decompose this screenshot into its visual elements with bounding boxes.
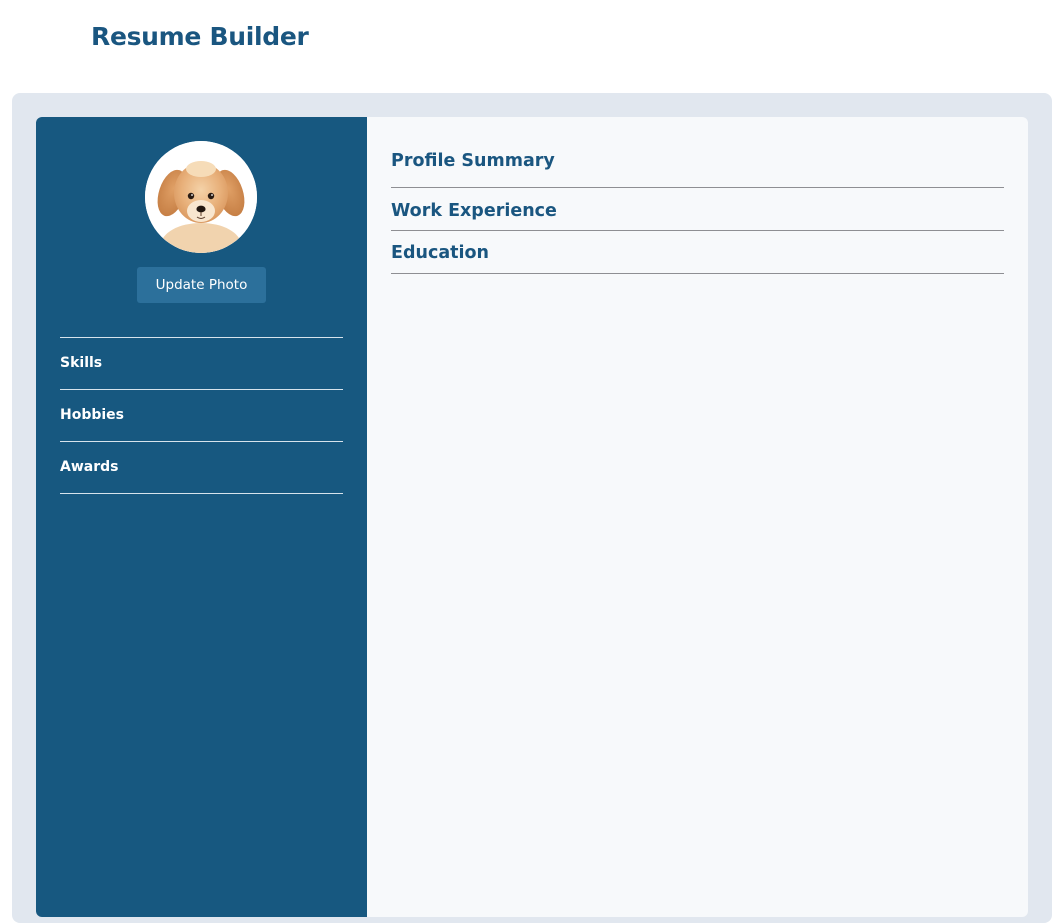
sidebar-item-skills[interactable]: Skills xyxy=(60,338,343,390)
section-profile-summary[interactable]: Profile Summary xyxy=(391,117,1004,188)
sidebar-item-awards[interactable]: Awards xyxy=(60,442,343,494)
avatar xyxy=(145,141,257,253)
sidebar-sections: Skills Hobbies Awards xyxy=(60,337,343,494)
resume-card: Update Photo Skills Hobbies Awards Profi… xyxy=(36,117,1028,917)
section-education[interactable]: Education xyxy=(391,231,1004,274)
page-title: Resume Builder xyxy=(91,22,309,51)
puppy-photo xyxy=(145,141,257,253)
resume-sidebar: Update Photo Skills Hobbies Awards xyxy=(36,117,367,917)
section-work-experience[interactable]: Work Experience xyxy=(391,188,1004,231)
sidebar-item-hobbies[interactable]: Hobbies xyxy=(60,390,343,442)
resume-main: Profile Summary Work Experience Educatio… xyxy=(391,117,1004,274)
update-photo-button[interactable]: Update Photo xyxy=(137,267,266,303)
